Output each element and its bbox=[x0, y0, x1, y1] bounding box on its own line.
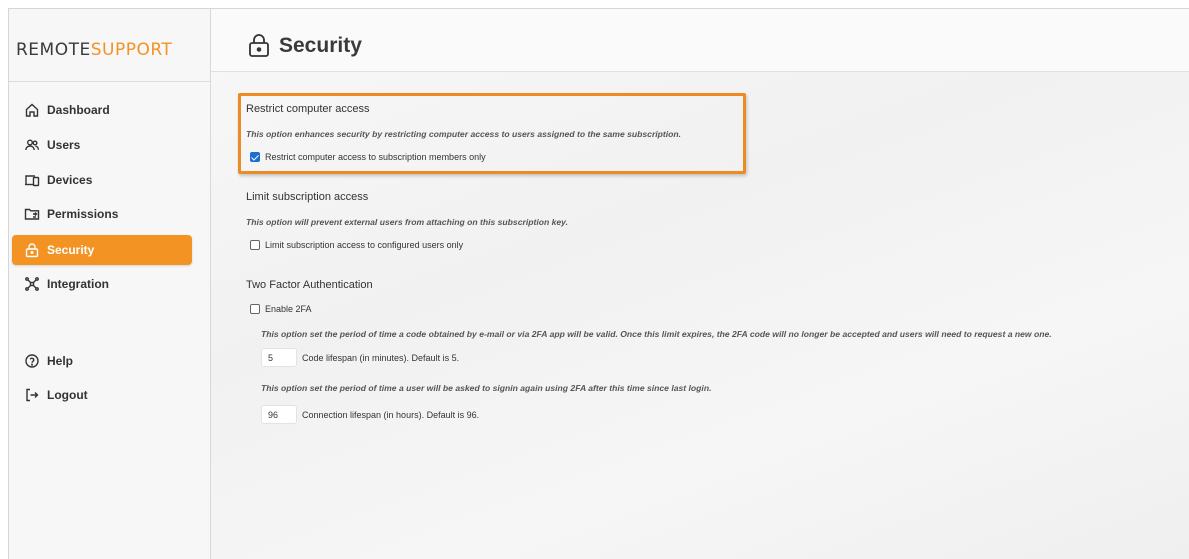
twofa-checkbox-row: Enable 2FA bbox=[250, 304, 312, 314]
enable-2fa-checkbox[interactable] bbox=[250, 304, 260, 314]
connection-lifespan-description: This option set the period of time a use… bbox=[261, 383, 712, 393]
lock-icon bbox=[24, 242, 40, 258]
brand-logo-part2: SUPPORT bbox=[90, 40, 173, 60]
brand-logo-part1: REMOTE bbox=[16, 40, 91, 60]
twofa-section-title: Two Factor Authentication bbox=[246, 279, 373, 291]
sidebar-item-integration[interactable]: Integration bbox=[12, 269, 192, 299]
limit-checkbox-label: Limit subscription access to configured … bbox=[265, 240, 464, 250]
home-icon bbox=[24, 102, 40, 118]
sidebar-item-security[interactable]: Security bbox=[12, 235, 192, 265]
code-lifespan-row: Code lifespan (in minutes). Default is 5… bbox=[261, 348, 459, 367]
connection-lifespan-label: Connection lifespan (in hours). Default … bbox=[302, 409, 480, 420]
permissions-icon bbox=[24, 206, 40, 222]
limit-checkbox[interactable] bbox=[250, 240, 260, 250]
restrict-checkbox-label: Restrict computer access to subscription… bbox=[265, 152, 486, 162]
sidebar-item-help[interactable]: Help bbox=[12, 346, 192, 376]
users-icon bbox=[24, 137, 40, 153]
limit-section-title: Limit subscription access bbox=[246, 191, 369, 203]
sidebar-item-devices[interactable]: Devices bbox=[12, 165, 192, 195]
sidebar: REMOTESUPPORT Dashboard Users Devices Pe… bbox=[9, 9, 211, 559]
enable-2fa-label: Enable 2FA bbox=[265, 304, 312, 314]
brand-logo: REMOTESUPPORT bbox=[16, 40, 172, 60]
sidebar-divider bbox=[9, 81, 210, 82]
code-lifespan-label: Code lifespan (in minutes). Default is 5… bbox=[302, 352, 460, 363]
sidebar-item-label: Integration bbox=[47, 277, 109, 291]
page-header: Security bbox=[211, 9, 1189, 72]
connection-lifespan-row: Connection lifespan (in hours). Default … bbox=[261, 405, 479, 424]
sidebar-item-users[interactable]: Users bbox=[12, 130, 192, 160]
code-lifespan-description: This option set the period of time a cod… bbox=[261, 329, 1052, 339]
sidebar-item-label: Permissions bbox=[47, 207, 119, 221]
sidebar-item-label: Devices bbox=[47, 173, 93, 187]
sidebar-item-label: Security bbox=[47, 243, 95, 257]
sidebar-item-label: Users bbox=[47, 138, 81, 152]
app-window: REMOTESUPPORT Dashboard Users Devices Pe… bbox=[8, 8, 1189, 559]
devices-icon bbox=[24, 172, 40, 188]
sidebar-item-label: Help bbox=[47, 354, 74, 368]
sidebar-item-label: Logout bbox=[47, 388, 88, 402]
connection-lifespan-input[interactable] bbox=[261, 405, 297, 424]
page-title: Security bbox=[247, 33, 362, 59]
limit-section-description: This option will prevent external users … bbox=[246, 217, 569, 227]
restrict-checkbox-row: Restrict computer access to subscription… bbox=[250, 152, 486, 162]
page-title-text: Security bbox=[279, 34, 362, 57]
network-icon bbox=[24, 276, 40, 292]
help-icon bbox=[24, 353, 40, 369]
limit-checkbox-row: Limit subscription access to configured … bbox=[250, 240, 463, 250]
main-content: Security Restrict computer access This o… bbox=[211, 9, 1189, 559]
restrict-section-title: Restrict computer access bbox=[246, 103, 370, 115]
sidebar-item-logout[interactable]: Logout bbox=[12, 380, 192, 410]
sidebar-item-dashboard[interactable]: Dashboard bbox=[12, 95, 192, 125]
restrict-checkbox[interactable] bbox=[250, 152, 260, 162]
logout-icon bbox=[24, 387, 40, 403]
code-lifespan-input[interactable] bbox=[261, 348, 297, 367]
restrict-section-description: This option enhances security by restric… bbox=[246, 129, 682, 139]
sidebar-item-permissions[interactable]: Permissions bbox=[12, 199, 192, 229]
lock-icon bbox=[247, 33, 279, 59]
sidebar-item-label: Dashboard bbox=[47, 103, 110, 117]
